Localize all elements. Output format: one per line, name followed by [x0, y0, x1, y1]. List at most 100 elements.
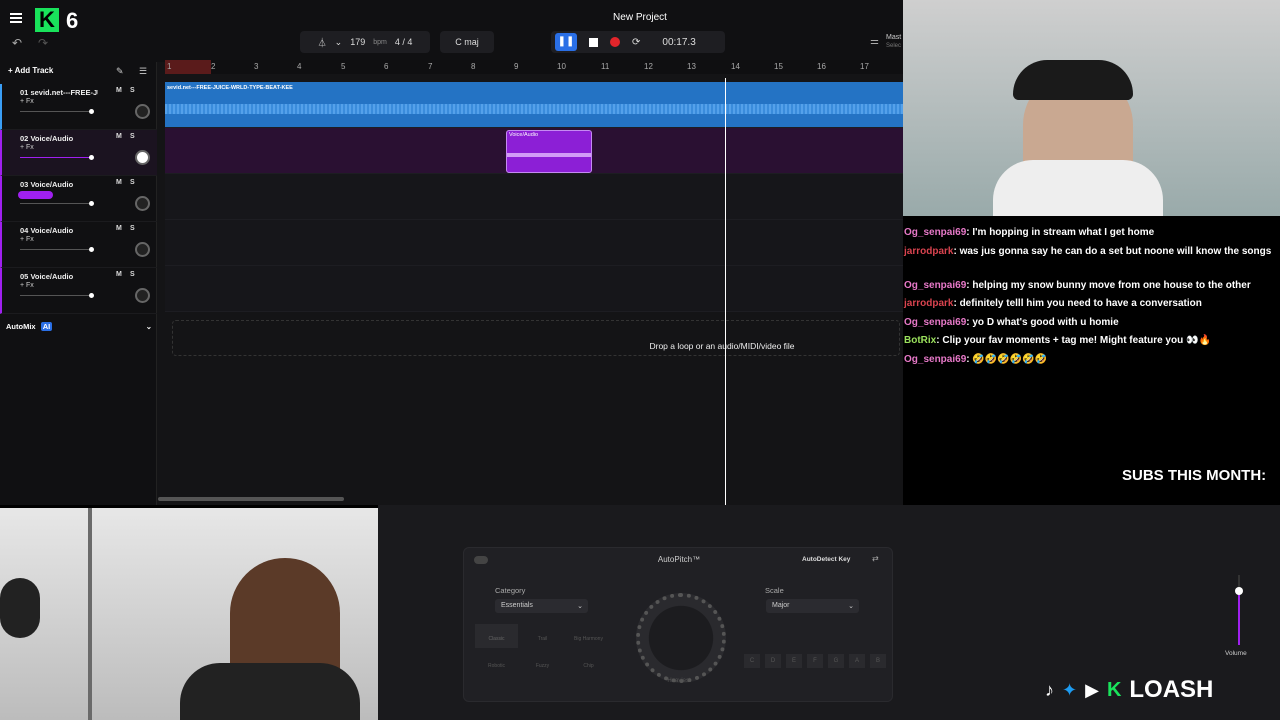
amount-knob[interactable]	[636, 593, 726, 683]
power-toggle[interactable]	[474, 556, 488, 564]
solo-button[interactable]: S	[130, 271, 135, 278]
chat-text: : definitely telll him you need to have …	[953, 298, 1202, 309]
track-header-4[interactable]: 04 Voice/Audio + Fx M S	[0, 222, 157, 268]
solo-button[interactable]: S	[130, 179, 135, 186]
add-fx-button[interactable]: + Fx	[20, 282, 34, 289]
automix-row[interactable]: AutoMix AI ⌄	[6, 322, 156, 331]
chat-username[interactable]: jarrodpark	[904, 246, 953, 257]
volume-slider[interactable]	[20, 155, 94, 160]
note-f[interactable]: F	[807, 654, 823, 668]
lane-3[interactable]	[165, 174, 903, 220]
chat-username[interactable]: Og_senpai69	[904, 354, 966, 365]
master-sub-label: Selec	[886, 43, 902, 49]
solo-button[interactable]: S	[130, 87, 135, 94]
pencil-icon[interactable]: ✎	[116, 66, 124, 77]
mute-button[interactable]: M	[116, 271, 122, 278]
solo-button[interactable]: S	[130, 225, 135, 232]
mute-button[interactable]: M	[116, 133, 122, 140]
volume-slider[interactable]	[20, 109, 94, 114]
fader-handle[interactable]	[1235, 587, 1243, 595]
solo-button[interactable]: S	[130, 133, 135, 140]
track-header-5[interactable]: 05 Voice/Audio + Fx M S	[0, 268, 157, 314]
scale-dropdown[interactable]: Major ⌄	[766, 599, 859, 613]
track-name: 02 Voice/Audio	[20, 134, 98, 143]
chat-message: Og_senpai69: yo D what's good with u hom…	[904, 316, 1276, 330]
chat-username[interactable]: Og_senpai69	[904, 280, 966, 291]
style-fuzzy[interactable]: Fuzzy	[521, 651, 564, 675]
pan-knob[interactable]	[135, 150, 150, 165]
chevron-down-icon[interactable]: ⌄	[335, 37, 343, 48]
style-classic[interactable]: Classic	[475, 624, 518, 648]
track-title: Voice/Audio	[30, 272, 74, 281]
volume-slider[interactable]	[20, 201, 94, 206]
add-track-button[interactable]: + Add Track	[8, 66, 53, 75]
record-button[interactable]	[610, 37, 620, 47]
time-signature[interactable]: 4 / 4	[395, 37, 413, 47]
mixer-icon[interactable]: ⚌	[870, 36, 879, 47]
chat-username[interactable]: Og_senpai69	[904, 317, 966, 328]
volume-slider[interactable]	[20, 293, 94, 298]
add-fx-button[interactable]: + Fx	[20, 98, 34, 105]
chevron-down-icon[interactable]: ⌄	[146, 322, 152, 331]
mute-button[interactable]: M	[116, 179, 122, 186]
lane-5[interactable]	[165, 266, 903, 312]
add-fx-button[interactable]: + Fx	[20, 236, 34, 243]
transport-group: ❚❚ ⟳ 00:17.3	[551, 31, 725, 53]
volume-slider[interactable]	[20, 247, 94, 252]
chat-username[interactable]: Og_senpai69	[904, 227, 966, 238]
loop-icon[interactable]: ⟳	[632, 37, 640, 48]
menu-icon[interactable]	[10, 13, 22, 23]
list-icon[interactable]: ☰	[139, 66, 147, 77]
project-title[interactable]: New Project	[590, 12, 690, 23]
horizontal-scrollbar[interactable]	[158, 497, 344, 501]
track-header-2[interactable]: 02 Voice/Audio + Fx M S	[0, 130, 157, 176]
track-header-3[interactable]: 03 Voice/Audio M S	[0, 176, 157, 222]
lane-2[interactable]: Voice/Audio	[165, 128, 903, 174]
style-chip[interactable]: Chip	[567, 651, 610, 675]
note-g[interactable]: G	[828, 654, 844, 668]
timeline-ruler[interactable]: 1 2 3 4 5 6 7 8 9 10 11 12 13 14 15 16 1…	[165, 60, 903, 74]
chat-username[interactable]: jarrodpark	[904, 298, 953, 309]
track-name: 05 Voice/Audio	[20, 272, 98, 281]
note-b[interactable]: B	[870, 654, 886, 668]
lane-1[interactable]: sevid.net---FREE-JUICE-WRLD-TYPE-BEAT-KE…	[165, 82, 903, 128]
metronome-icon[interactable]: ⏃	[318, 36, 327, 49]
master-label[interactable]: Mast	[886, 34, 901, 41]
bar-7: 7	[428, 62, 433, 71]
track-number: 03	[20, 180, 29, 189]
note-c[interactable]: C	[744, 654, 760, 668]
chat-username[interactable]: BotRix	[904, 335, 936, 346]
pause-button[interactable]: ❚❚	[555, 33, 577, 51]
chat-message: Og_senpai69: helping my snow bunny move …	[904, 279, 1276, 293]
style-robotic[interactable]: Robotic	[475, 651, 518, 675]
style-big-harmony[interactable]: Big Harmony	[567, 624, 610, 648]
bpm-value[interactable]: 179	[350, 37, 365, 47]
key-selector[interactable]: C maj	[440, 31, 494, 53]
note-a[interactable]: A	[849, 654, 865, 668]
voice-clip[interactable]: Voice/Audio	[506, 130, 592, 173]
style-trail[interactable]: Trail	[521, 624, 564, 648]
autodetect-key-button[interactable]: AutoDetect Key	[802, 556, 850, 563]
mute-button[interactable]: M	[116, 87, 122, 94]
track-header-1[interactable]: 01 sevid.net---FREE-JU... + Fx M S	[0, 84, 157, 130]
note-d[interactable]: D	[765, 654, 781, 668]
loop-region[interactable]	[165, 60, 211, 74]
pan-knob[interactable]	[135, 196, 150, 211]
bar-4: 4	[297, 62, 302, 71]
mute-button[interactable]: M	[116, 225, 122, 232]
pan-knob[interactable]	[135, 288, 150, 303]
volume-fader[interactable]	[1235, 575, 1243, 645]
settings-icon[interactable]: ⇄	[872, 554, 879, 563]
note-e[interactable]: E	[786, 654, 802, 668]
redo-icon[interactable]: ↷	[38, 36, 48, 50]
pan-knob[interactable]	[135, 242, 150, 257]
metronome-group[interactable]: ⏃ ⌄ 179 bpm 4 / 4	[300, 31, 430, 53]
playhead[interactable]	[725, 78, 726, 505]
lane-4[interactable]	[165, 220, 903, 266]
category-dropdown[interactable]: Essentials ⌄	[495, 599, 588, 613]
undo-icon[interactable]: ↶	[12, 36, 22, 50]
stop-button[interactable]	[589, 37, 598, 47]
track-number: 02	[20, 134, 29, 143]
pan-knob[interactable]	[135, 104, 150, 119]
add-fx-button[interactable]: + Fx	[20, 144, 34, 151]
